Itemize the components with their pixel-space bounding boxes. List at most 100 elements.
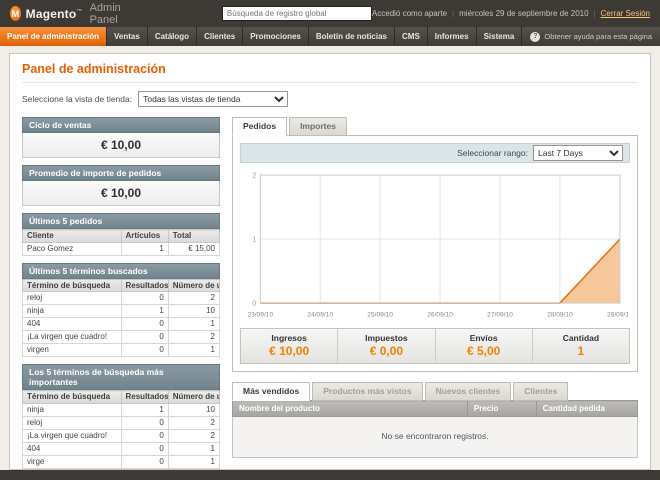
tab-mas-vendidos[interactable]: Más vendidos [232, 382, 311, 402]
table-row: reloj 0 2 [22, 291, 221, 306]
table-row: 404 0 1 [22, 317, 221, 332]
table-cell: ¡La virgen que cuadro! [22, 330, 122, 345]
tab-clientes[interactable]: Clientes [513, 382, 569, 402]
tab-importes[interactable]: Importes [289, 117, 347, 136]
tab-pedidos[interactable]: Pedidos [232, 117, 288, 136]
orders-chart-wrap: 0 1 2 23/09/10 24/09/10 25/09/10 26/09/10 27/09… [240, 163, 630, 321]
table-row: virgen 0 1 [22, 343, 221, 358]
logo-word: Magento [25, 6, 77, 21]
table-cell: 2 [167, 428, 221, 443]
page-title: Panel de administración [22, 62, 638, 83]
dashboard-sidebar: Ciclo de ventas € 10,00 Promedio de impo… [22, 117, 221, 469]
trademark-mark: ™ [76, 8, 83, 15]
table-cell: 404 [22, 441, 122, 456]
range-label: Seleccionar rango: [457, 148, 528, 158]
table-cell: virgen [22, 343, 122, 358]
logout-link[interactable]: Cerrar Sesión [601, 9, 650, 18]
table-cell: 0 [120, 441, 169, 456]
stat-cantidad: Cantidad 1 [531, 329, 629, 364]
stat-label: Cantidad [562, 333, 600, 344]
global-search-input[interactable] [221, 6, 372, 21]
grid-tabs: Más vendidos Productos más vistos Nuevos c… [232, 382, 638, 402]
table-cell: 10 [167, 304, 221, 319]
help-label: Obtener ayuda para esta página [544, 32, 652, 41]
table-cell: 0 [120, 415, 169, 430]
svg-text:25/09/10: 25/09/10 [367, 311, 393, 318]
column-header: Resultados [120, 278, 169, 293]
stat-value: € 5,00 [466, 344, 501, 359]
table-header-row: Término de búsquedaResultadosNúmero de u… [22, 390, 221, 404]
column-header: Nombre del producto [232, 400, 468, 418]
stat-ingresos: Ingresos € 10,00 [241, 329, 337, 363]
table-cell: 1 [167, 441, 221, 456]
nav-item-informes[interactable]: Informes [428, 27, 477, 46]
column-header: Término de búsqueda [22, 278, 122, 293]
stat-impuestos: Impuestos € 0,00 [337, 329, 434, 364]
main-nav-items: Panel de administración Ventas Catálogo Cli… [0, 27, 523, 46]
card-title: Los 5 términos de búsqueda más important… [22, 364, 220, 391]
store-view-select[interactable]: Todas las vistas de tienda [138, 91, 289, 107]
orders-panel: Seleccionar rango: Last 7 Days 0 1 2 23/09/… [232, 135, 638, 373]
page-background: Panel de administración Seleccione la vi… [0, 46, 660, 470]
svg-text:23/09/10: 23/09/10 [247, 311, 273, 318]
table-row: virge 0 1 [22, 454, 221, 469]
top-search-terms-table: Término de búsquedaResultadosNúmero de u… [22, 390, 221, 469]
svg-text:28/09/10: 28/09/10 [547, 311, 573, 318]
table-cell: 0 [120, 454, 169, 469]
header-date: miércoles 29 de septiembre de 2010 [459, 9, 589, 18]
range-strip: Seleccionar rango: Last 7 Days [240, 143, 630, 163]
orders-chart: 0 1 2 23/09/10 24/09/10 25/09/10 26/09/10 27/09… [247, 172, 628, 319]
average-orders-value: € 10,00 [22, 181, 220, 206]
table-cell: 0 [120, 330, 169, 345]
table-cell: 2 [167, 291, 221, 306]
table-row: ¡La virgen que cuadro! 0 2 [22, 330, 221, 345]
tab-productos-mas-vistos[interactable]: Productos más vistos [312, 382, 423, 402]
table-cell: 1 [120, 241, 169, 256]
column-header: Número de usos [167, 278, 221, 293]
table-cell: 0 [120, 343, 169, 358]
tab-nuevos-clientes[interactable]: Nuevos clientes [424, 382, 512, 402]
column-header: Resultados [120, 390, 169, 404]
last-search-terms-table: Término de búsquedaResultadosNúmero de u… [22, 278, 221, 358]
table-cell: € 15,00 [167, 241, 221, 256]
last-orders-table: Cliente Artículos Total Paco Gomez 1 € 15,00 [22, 229, 221, 256]
store-view-switcher: Seleccione la vista de tienda: Todas las… [22, 91, 638, 107]
help-icon: ? [530, 31, 541, 42]
dashboard-tabs: Pedidos Importes [232, 117, 638, 136]
svg-text:24/09/10: 24/09/10 [307, 311, 333, 318]
dashboard-main: Pedidos Importes Seleccionar rango: Last … [232, 117, 639, 469]
nav-item-promociones[interactable]: Promociones [243, 27, 309, 46]
column-header: Número de usos [167, 390, 221, 404]
column-header: Artículos [120, 229, 169, 243]
svg-text:26/09/10: 26/09/10 [427, 311, 453, 318]
table-cell: ¡La virgen que cuadro! [22, 428, 122, 443]
table-cell: 0 [120, 317, 169, 332]
range-select[interactable]: Last 7 Days [533, 145, 623, 161]
table-cell: 2 [167, 330, 221, 345]
nav-item-panel-de-administracion[interactable]: Panel de administración [0, 27, 108, 46]
table-cell: Paco Gomez [22, 241, 122, 256]
logo-subtitle: Admin Panel [89, 1, 121, 26]
lifetime-sales-card: Ciclo de ventas € 10,00 [22, 117, 220, 158]
page-help-link[interactable]: ? Obtener ayuda para esta página [522, 27, 660, 46]
nav-item-boletin-de-noticias[interactable]: Boletín de noticias [309, 27, 395, 46]
table-cell: 0 [120, 428, 169, 443]
stat-value: € 10,00 [269, 344, 310, 359]
table-cell: 1 [167, 317, 221, 332]
table-row: 404 0 1 [22, 441, 221, 456]
card-title: Últimos 5 términos buscados [22, 262, 220, 279]
stat-label: Ingresos [271, 333, 307, 344]
nav-item-catalogo[interactable]: Catálogo [148, 27, 198, 46]
grid-header-row: Nombre del producto Precio Cantidad pedida [232, 400, 639, 418]
card-title: Ciclo de ventas [22, 117, 220, 133]
nav-item-ventas[interactable]: Ventas [107, 27, 148, 46]
table-cell: 1 [120, 402, 169, 417]
logo-text: Magento™ [26, 7, 83, 21]
nav-item-cms[interactable]: CMS [395, 27, 428, 46]
table-row: reloj 0 2 [22, 415, 221, 430]
nav-item-sistema[interactable]: Sistema [477, 27, 523, 46]
card-title: Promedio de importe de pedidos [22, 165, 220, 181]
table-header-row: Término de búsquedaResultadosNúmero de u… [22, 278, 221, 293]
table-cell: 10 [167, 402, 221, 417]
nav-item-clientes[interactable]: Clientes [197, 27, 244, 46]
